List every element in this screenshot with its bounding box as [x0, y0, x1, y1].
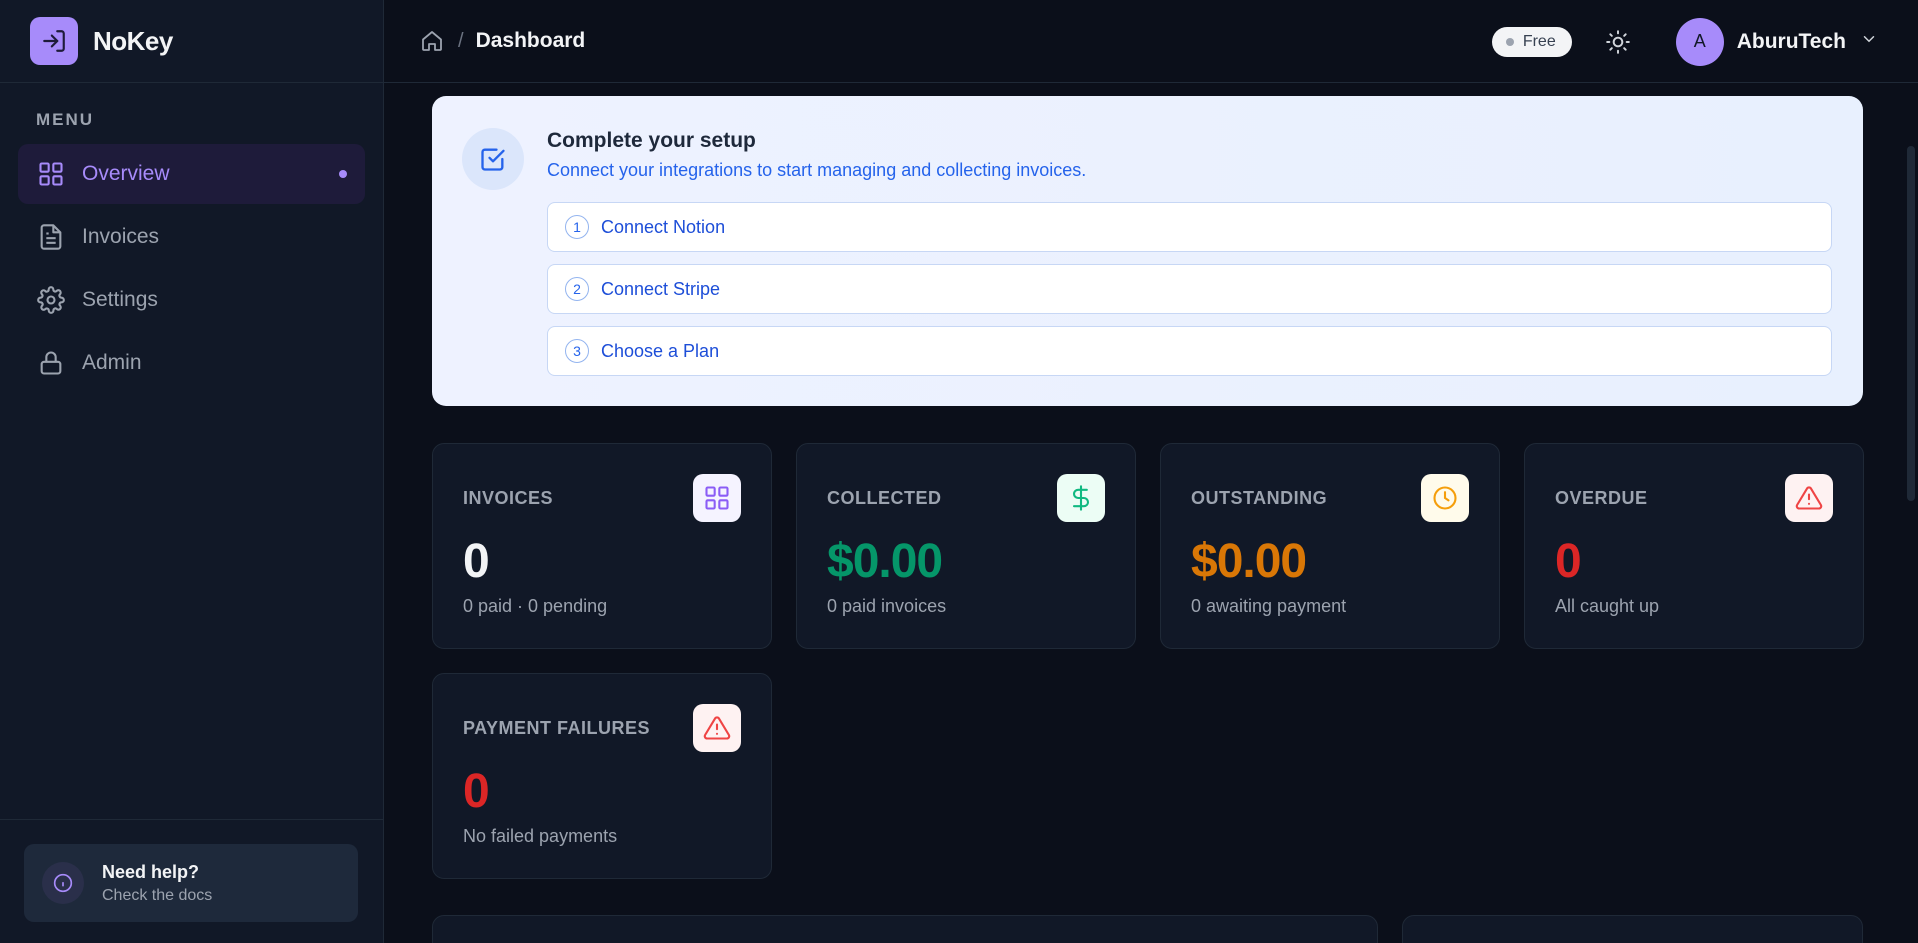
setup-step-choose-plan[interactable]: 3 Choose a Plan [547, 326, 1832, 376]
brand[interactable]: NoKey [0, 0, 383, 83]
stat-value: $0.00 [1191, 535, 1307, 588]
plan-badge-label: Free [1522, 32, 1556, 50]
step-number: 2 [565, 277, 589, 301]
main-content: Complete your setup Connect your integra… [384, 83, 1902, 943]
step-number: 1 [565, 215, 589, 239]
help-card[interactable]: Need help? Check the docs [24, 844, 358, 922]
setup-banner: Complete your setup Connect your integra… [432, 96, 1863, 406]
sidebar: NoKey MENU Overview Invoices Settings Ad… [0, 0, 384, 943]
sidebar-item-settings[interactable]: Settings [18, 270, 365, 330]
help-section: Need help? Check the docs [0, 819, 383, 943]
stat-label: COLLECTED [827, 488, 942, 508]
file-icon [36, 222, 66, 252]
step-label: Connect Notion [601, 216, 726, 237]
stat-label: INVOICES [463, 488, 554, 508]
breadcrumb-separator: / [458, 29, 464, 52]
gear-icon [36, 285, 66, 315]
stat-label: PAYMENT FAILURES [463, 718, 651, 738]
stat-subtext: 0 paid invoices [827, 596, 947, 616]
home-icon[interactable] [420, 29, 444, 53]
sidebar-item-label: Overview [82, 162, 170, 185]
stat-card-outstanding: OUTSTANDING $0.00 0 awaiting payment [1160, 443, 1500, 649]
stat-value: 0 [463, 765, 490, 818]
stat-subtext: All caught up [1555, 596, 1660, 616]
sidebar-item-label: Admin [82, 351, 142, 374]
theme-toggle-button[interactable] [1602, 26, 1634, 58]
sidebar-item-invoices[interactable]: Invoices [18, 207, 365, 267]
dollar-icon [1057, 474, 1105, 522]
help-text: Need help? Check the docs [102, 862, 212, 905]
stat-subtext: 0 awaiting payment [1191, 596, 1347, 616]
stat-value: 0 [463, 535, 490, 588]
clock-icon [1421, 474, 1469, 522]
page-title: Dashboard [475, 29, 586, 52]
step-label: Choose a Plan [601, 340, 720, 361]
user-name: AburuTech [1736, 29, 1846, 53]
alert-triangle-icon [1785, 474, 1833, 522]
step-number: 3 [565, 339, 589, 363]
sidebar-nav: Overview Invoices Settings Admin [0, 144, 383, 393]
setup-subtitle: Connect your integrations to start manag… [547, 160, 1087, 180]
active-indicator [339, 170, 347, 178]
sidebar-item-overview[interactable]: Overview [18, 144, 365, 204]
stat-value: $0.00 [827, 535, 943, 588]
scrollbar[interactable] [1902, 83, 1918, 943]
setup-title: Complete your setup [547, 129, 756, 152]
stat-subtext: 0 paid · 0 pending [463, 596, 608, 616]
sun-icon [1605, 29, 1630, 54]
activity-panel [1402, 915, 1863, 943]
step-label: Connect Stripe [601, 278, 721, 299]
stat-card-invoices: INVOICES 0 0 paid · 0 pending [432, 443, 772, 649]
setup-step-connect-stripe[interactable]: 2 Connect Stripe [547, 264, 1832, 314]
topbar: / Dashboard Free A AburuTech [384, 0, 1918, 83]
stat-label: OVERDUE [1555, 488, 1648, 508]
alert-triangle-icon [693, 704, 741, 752]
lock-icon [36, 348, 66, 378]
status-dot [1505, 37, 1514, 46]
help-title: Need help? [102, 861, 200, 882]
chart-panel [432, 915, 1378, 943]
setup-step-connect-notion[interactable]: 1 Connect Notion [547, 202, 1832, 252]
topbar-actions: Free A AburuTech [1491, 0, 1878, 83]
menu-label: MENU [36, 110, 95, 129]
stat-card-payment-failures: PAYMENT FAILURES 0 No failed payments [432, 673, 772, 879]
stat-label: OUTSTANDING [1191, 488, 1328, 508]
stat-value: 0 [1555, 535, 1582, 588]
info-icon [42, 862, 84, 904]
sidebar-item-label: Invoices [82, 225, 160, 248]
stat-card-overdue: OVERDUE 0 All caught up [1524, 443, 1864, 649]
help-subtitle: Check the docs [102, 886, 213, 904]
plan-badge[interactable]: Free [1491, 26, 1572, 57]
grid-icon [36, 159, 66, 189]
sidebar-item-admin[interactable]: Admin [18, 333, 365, 393]
app-name: NoKey [93, 25, 173, 56]
stat-subtext: No failed payments [463, 826, 618, 846]
grid-icon [693, 474, 741, 522]
chevron-down-icon [1860, 30, 1878, 53]
breadcrumb: / Dashboard [420, 29, 585, 53]
stat-card-collected: COLLECTED $0.00 0 paid invoices [796, 443, 1136, 649]
sidebar-item-label: Settings [82, 288, 158, 311]
checkbox-icon [462, 128, 524, 190]
scrollbar-thumb[interactable] [1907, 146, 1915, 501]
avatar: A [1675, 17, 1724, 66]
user-menu[interactable]: A AburuTech [1675, 17, 1878, 66]
login-icon [30, 17, 78, 65]
